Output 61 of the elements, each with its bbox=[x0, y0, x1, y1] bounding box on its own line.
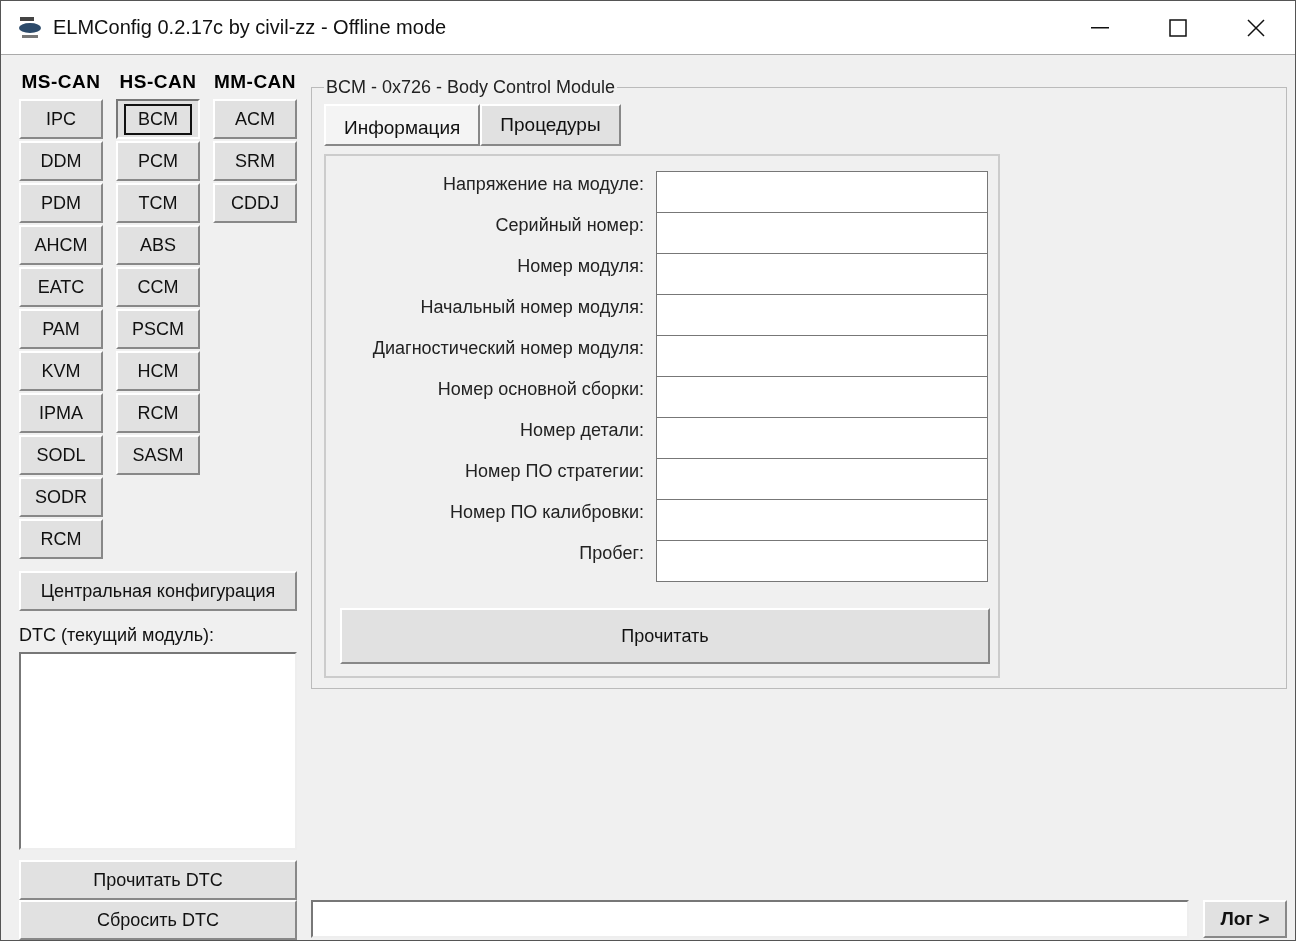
module-button[interactable]: RCM bbox=[116, 393, 200, 433]
car-logo-icon bbox=[17, 14, 43, 41]
module-button[interactable]: KVM bbox=[19, 351, 103, 391]
module-button[interactable]: CCM bbox=[116, 267, 200, 307]
module-button[interactable]: SODR bbox=[19, 477, 103, 517]
input-field[interactable] bbox=[656, 335, 988, 377]
input-field[interactable] bbox=[656, 376, 988, 418]
input-field[interactable] bbox=[656, 499, 988, 541]
module-button[interactable]: PSCM bbox=[116, 309, 200, 349]
group-title: BCM - 0x726 - Body Control Module bbox=[325, 77, 617, 98]
module-button[interactable]: SASM bbox=[116, 435, 200, 475]
maximize-icon bbox=[1169, 18, 1187, 37]
module-button[interactable]: AHCM bbox=[19, 225, 103, 265]
field-label: Диагностический номер модуля: bbox=[371, 337, 644, 360]
input-field[interactable] bbox=[656, 212, 988, 254]
bus-label: MS-CAN bbox=[20, 71, 102, 94]
module-button[interactable]: IPC bbox=[19, 99, 103, 139]
module-button[interactable]: DDM bbox=[19, 141, 103, 181]
field-label: Номер основной сборки: bbox=[436, 378, 644, 401]
module-button[interactable]: TCM bbox=[116, 183, 200, 223]
input-field[interactable] bbox=[656, 458, 988, 500]
log-field[interactable] bbox=[311, 900, 1189, 938]
window-title: ELMConfig 0.2.17c by civil-zz - Offline mode bbox=[53, 16, 448, 39]
input-field[interactable] bbox=[656, 294, 988, 336]
module-button[interactable]: ACM bbox=[213, 99, 297, 139]
input-field[interactable] bbox=[656, 417, 988, 459]
bus-label: MM-CAN bbox=[213, 71, 297, 94]
module-button[interactable]: RCM bbox=[19, 519, 103, 559]
field-label: Номер модуля: bbox=[516, 255, 644, 278]
module-button[interactable]: BCM bbox=[116, 99, 200, 139]
field-label: Серийный номер: bbox=[494, 214, 644, 237]
field-label: Номер детали: bbox=[519, 419, 644, 442]
dtc-label: DTC (текущий модуль): bbox=[19, 625, 215, 646]
module-button[interactable]: IPMA bbox=[19, 393, 103, 433]
module-button[interactable]: HCM bbox=[116, 351, 200, 391]
module-button[interactable]: SODL bbox=[19, 435, 103, 475]
read-button[interactable]: Прочитать bbox=[340, 608, 990, 664]
field-label: Номер ПО стратегии: bbox=[464, 460, 644, 483]
module-button[interactable]: CDDJ bbox=[213, 183, 297, 223]
module-button[interactable]: PCM bbox=[116, 141, 200, 181]
module-button[interactable]: PDM bbox=[19, 183, 103, 223]
module-button[interactable]: PAM bbox=[19, 309, 103, 349]
field-label: Пробег: bbox=[578, 542, 644, 565]
field-label: Напряжение на модуле: bbox=[442, 173, 644, 196]
input-field[interactable] bbox=[656, 253, 988, 295]
input-field[interactable] bbox=[656, 171, 988, 213]
module-button[interactable]: EATC bbox=[19, 267, 103, 307]
close-icon bbox=[1247, 18, 1265, 37]
minimize-icon bbox=[1091, 26, 1109, 29]
bus-label: HS-CAN bbox=[118, 71, 198, 94]
field-label: Начальный номер модуля: bbox=[419, 296, 644, 319]
tab[interactable]: Процедуры bbox=[480, 104, 621, 146]
tab[interactable]: Информация bbox=[324, 104, 481, 146]
dtc-button[interactable]: Прочитать DTC bbox=[19, 860, 297, 900]
dtc-button[interactable]: Сбросить DTC bbox=[19, 900, 297, 940]
log-button[interactable]: Лог > bbox=[1203, 900, 1287, 938]
module-button[interactable]: ABS bbox=[116, 225, 200, 265]
input-field[interactable] bbox=[656, 540, 988, 582]
module-button[interactable]: SRM bbox=[213, 141, 297, 181]
central-config-button[interactable]: Центральная конфигурация bbox=[19, 571, 297, 611]
field-label: Номер ПО калибровки: bbox=[449, 501, 644, 524]
